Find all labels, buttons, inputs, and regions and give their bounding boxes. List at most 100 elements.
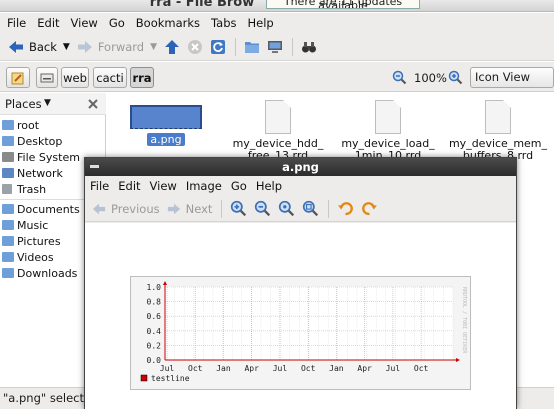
- previous-button[interactable]: Previous: [92, 198, 160, 220]
- zoom-in-button[interactable]: [230, 198, 247, 220]
- y-tick-label: 0.4: [147, 327, 162, 336]
- sidebar-item-label: Downloads: [17, 266, 78, 280]
- y-tick-label: 0.2: [147, 341, 162, 350]
- search-button[interactable]: [301, 36, 317, 58]
- zoom-in-icon[interactable]: [448, 70, 463, 85]
- image-viewer-window: a.png File Edit View Image Go Help Previ…: [84, 157, 517, 409]
- chevron-down-icon[interactable]: ▼: [150, 42, 157, 52]
- sidebar-item-file-system[interactable]: File System: [2, 149, 80, 165]
- sidebar-item-label: File System: [17, 150, 80, 164]
- path-button-cacti[interactable]: cacti: [93, 67, 127, 88]
- x-tick-label: Apr: [357, 364, 372, 373]
- window-menu-icon[interactable]: [90, 165, 99, 168]
- zoom-out-button[interactable]: [254, 198, 271, 220]
- reload-button[interactable]: [210, 36, 226, 58]
- toolbar-divider: [292, 37, 294, 56]
- rotate-left-button[interactable]: [337, 198, 354, 220]
- zoom-level: 100%: [414, 71, 447, 85]
- sidebar-item-pictures[interactable]: Pictures: [2, 233, 61, 249]
- menu-file[interactable]: File: [90, 179, 109, 193]
- sidebar-item-network[interactable]: Network: [2, 165, 63, 181]
- zoom-original-icon: [279, 200, 295, 217]
- file-item-mem-buffers[interactable]: my_device_mem_ buffers_8.rrd: [443, 100, 553, 162]
- file-item-a-png[interactable]: a.png: [111, 105, 221, 146]
- file-item-load-1min[interactable]: my_device_load_ 1min_10.rrd: [333, 100, 443, 162]
- menu-edit[interactable]: Edit: [37, 16, 59, 30]
- legend-swatch: [140, 374, 148, 382]
- sidebar-item-root[interactable]: root: [2, 117, 39, 133]
- folder-icon: [2, 204, 14, 214]
- menu-bookmarks[interactable]: Bookmarks: [136, 16, 200, 30]
- close-icon[interactable]: [88, 99, 98, 109]
- file-icon: [375, 100, 401, 134]
- stop-icon: [188, 39, 203, 54]
- sidebar-item-music[interactable]: Music: [2, 217, 48, 233]
- sidebar-item-documents[interactable]: Documents: [2, 201, 80, 217]
- next-button[interactable]: Next: [167, 198, 212, 220]
- menu-go[interactable]: Go: [231, 179, 247, 193]
- image-canvas[interactable]: 1.0 0.8 0.6 0.4 0.2 0.0 Jul Oct Jan Apr Jul Oct Jan A…: [85, 223, 516, 409]
- menu-view[interactable]: View: [71, 16, 98, 30]
- sidebar-item-trash[interactable]: Trash: [2, 181, 46, 197]
- update-notification[interactable]: There are 11 updates available: [266, 0, 420, 9]
- legend-label: testline: [151, 374, 190, 383]
- zoom-fit-icon: [303, 200, 319, 217]
- zoom-out-icon[interactable]: [392, 70, 407, 85]
- x-tick-label: Jul: [273, 364, 288, 373]
- menu-go[interactable]: Go: [109, 16, 125, 30]
- folder-icon: [245, 41, 260, 53]
- forward-label: Forward: [97, 39, 145, 54]
- edit-location-button[interactable]: [6, 67, 30, 88]
- chevron-down-icon[interactable]: ▼: [63, 42, 70, 52]
- sidebar-item-downloads[interactable]: Downloads: [2, 265, 77, 281]
- sidebar-item-label: Desktop: [17, 134, 63, 148]
- toolbar-divider: [328, 199, 330, 218]
- places-dropdown[interactable]: Places: [5, 97, 42, 111]
- toolbar-divider: [221, 199, 223, 218]
- chevron-down-icon[interactable]: ▼: [44, 98, 51, 108]
- image-viewer-titlebar[interactable]: a.png: [85, 158, 516, 176]
- menu-help[interactable]: Help: [248, 16, 274, 30]
- file-item-hdd-free[interactable]: my_device_hdd_ free_13.rrd: [223, 100, 333, 162]
- binoculars-icon: [302, 41, 317, 52]
- sidebar-item-label: Music: [17, 218, 49, 232]
- main-toolbar: Back ▼ Forward ▼: [0, 33, 554, 61]
- menu-help[interactable]: Help: [256, 179, 282, 193]
- folder-icon: [2, 268, 14, 278]
- x-tick-label: Jul: [160, 364, 175, 373]
- zoom-fit-button[interactable]: [302, 198, 319, 220]
- x-tick-label: Jul: [386, 364, 401, 373]
- back-button[interactable]: Back ▼: [8, 36, 70, 58]
- arrow-right-icon: [167, 203, 180, 214]
- menu-file[interactable]: File: [7, 16, 26, 30]
- up-button[interactable]: [164, 36, 180, 58]
- folder-icon: [2, 236, 14, 246]
- file-name: a.png: [147, 133, 185, 146]
- x-tick-label: Apr: [244, 364, 259, 373]
- file-icon: [485, 100, 511, 134]
- image-viewer-title: a.png: [282, 160, 319, 174]
- menu-view[interactable]: View: [150, 179, 177, 193]
- toolbar-divider: [235, 37, 237, 56]
- rotate-right-button[interactable]: [361, 198, 378, 220]
- stop-button[interactable]: [187, 36, 203, 58]
- forward-button[interactable]: Forward ▼: [77, 36, 157, 58]
- folder-icon: [2, 220, 14, 230]
- menu-tabs[interactable]: Tabs: [211, 16, 236, 30]
- menu-edit[interactable]: Edit: [118, 179, 140, 193]
- path-root-button[interactable]: [36, 67, 58, 88]
- y-axis-arrow: [163, 281, 167, 285]
- home-folder-button[interactable]: [244, 36, 260, 58]
- sidebar-item-videos[interactable]: Videos: [2, 249, 54, 265]
- sidebar-item-desktop[interactable]: Desktop: [2, 133, 62, 149]
- zoom-normal-button[interactable]: [278, 198, 295, 220]
- computer-button[interactable]: [267, 36, 283, 58]
- view-mode-select[interactable]: Icon View: [470, 67, 554, 88]
- menu-image[interactable]: Image: [186, 179, 222, 193]
- path-button-rra[interactable]: rra: [130, 67, 154, 88]
- pencil-icon: [11, 72, 24, 84]
- x-tick-label: Jan: [329, 364, 344, 373]
- sidebar-item-label: root: [17, 118, 40, 132]
- network-icon: [2, 168, 14, 178]
- path-button-web[interactable]: web: [61, 67, 89, 88]
